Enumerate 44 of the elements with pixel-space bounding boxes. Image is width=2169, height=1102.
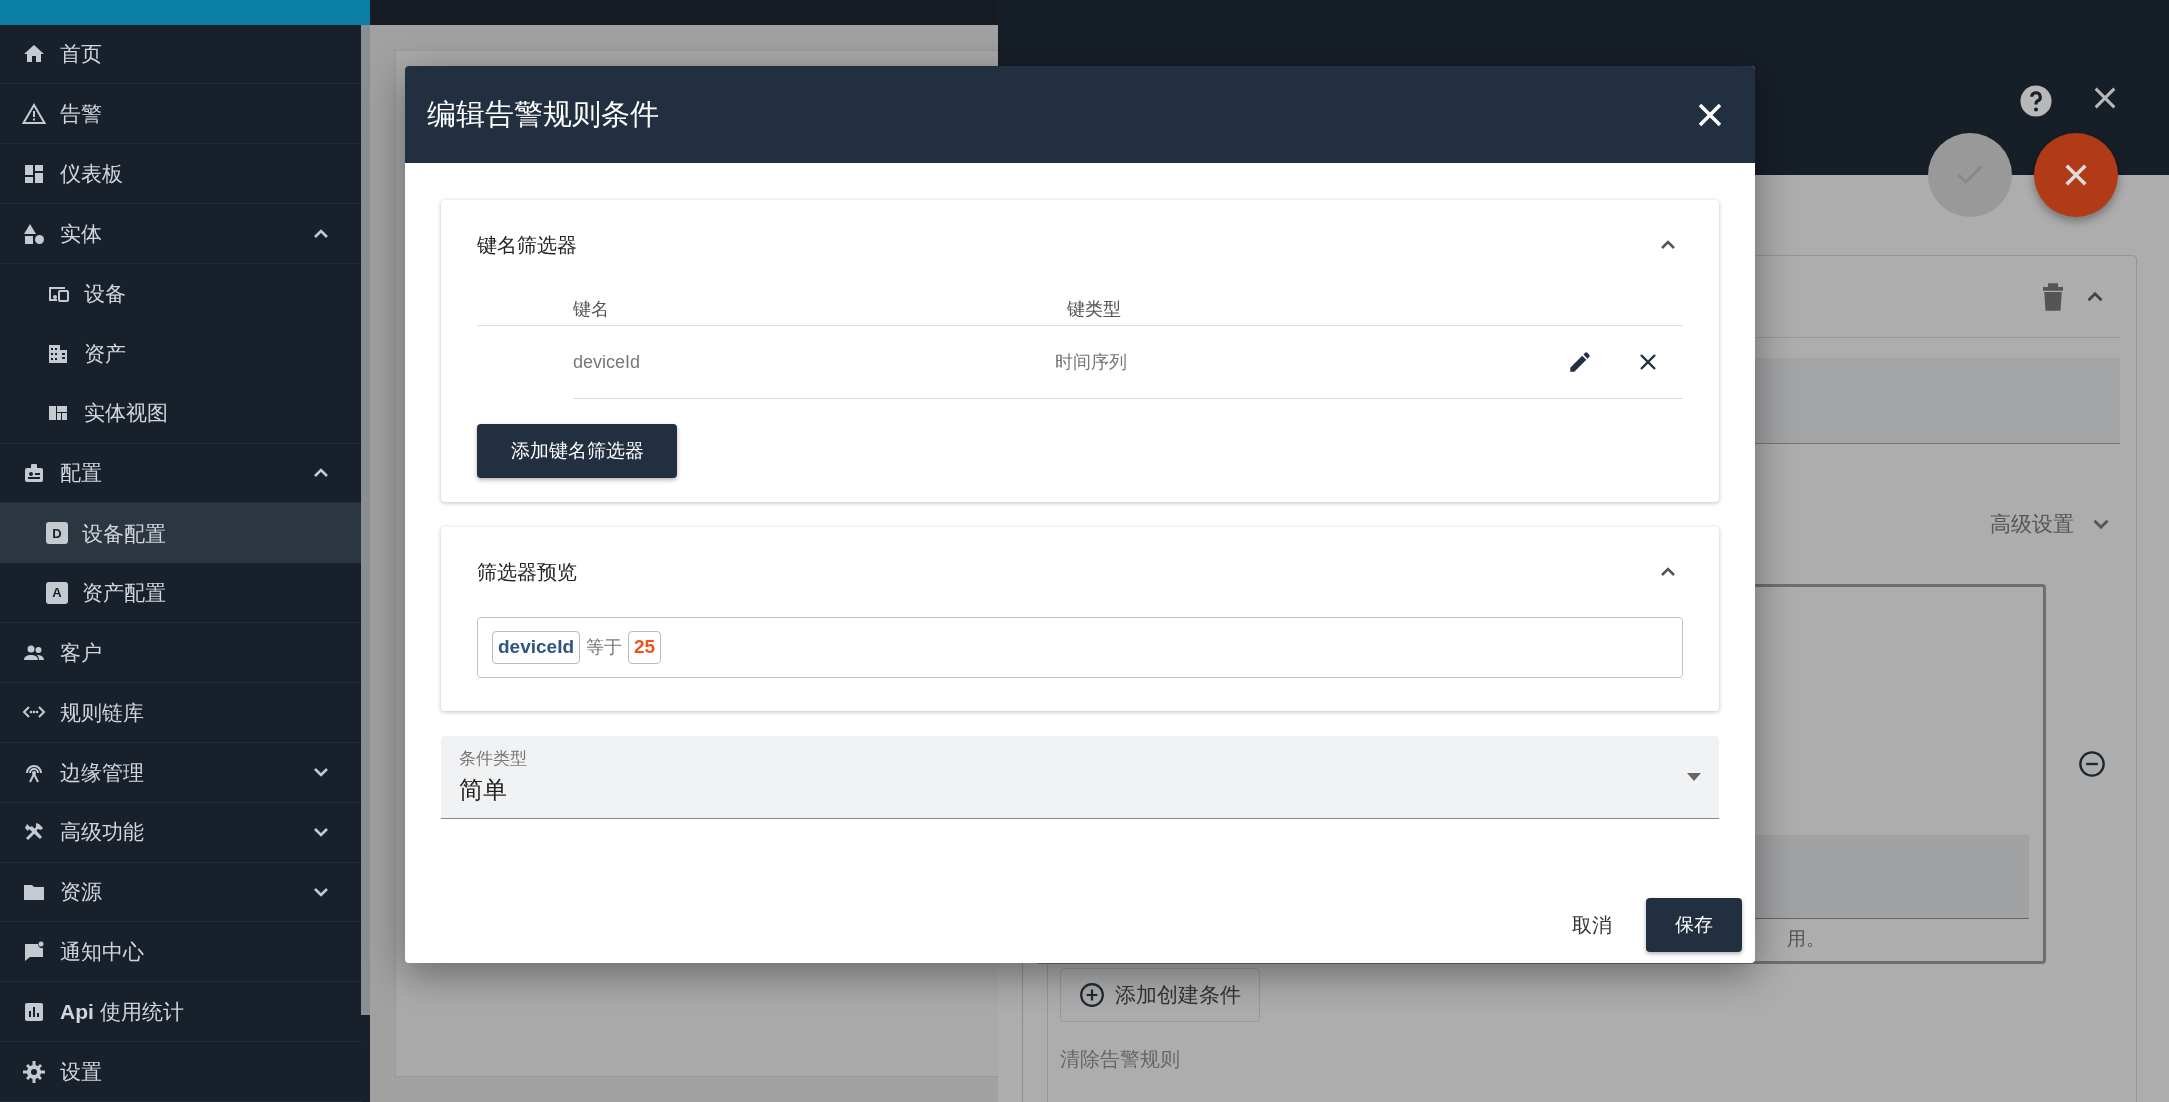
hint-text: 用。 bbox=[1787, 926, 1826, 951]
warning-icon bbox=[22, 101, 46, 126]
gear-icon bbox=[22, 1059, 46, 1084]
help-icon[interactable] bbox=[2019, 84, 2053, 118]
section-label: 清除告警规则 bbox=[1060, 1046, 1181, 1072]
sidebar-item[interactable]: 首页 bbox=[0, 24, 361, 85]
section-title: 键名筛选器 bbox=[477, 233, 577, 258]
dropdown-arrow-icon bbox=[1687, 773, 1701, 781]
sidebar-item[interactable]: Api 使用统计 bbox=[0, 982, 361, 1043]
sidebar-item[interactable]: 资产 bbox=[0, 323, 361, 384]
sidebar-item[interactable]: 资源 bbox=[0, 862, 361, 923]
sidebar-item[interactable]: 设置 bbox=[0, 1042, 361, 1102]
pencil-icon bbox=[1567, 349, 1593, 375]
table-cell-text: deviceId bbox=[573, 350, 642, 374]
sidebar-item[interactable]: A 资产配置 bbox=[0, 563, 361, 624]
badge-icon bbox=[22, 461, 46, 485]
minus-circle-icon[interactable] bbox=[2078, 750, 2106, 778]
sidebar-item[interactable]: 高级功能 bbox=[0, 802, 361, 863]
trash-icon[interactable] bbox=[2040, 281, 2066, 312]
operator-text: 等于 bbox=[586, 636, 623, 659]
chat-icon bbox=[22, 939, 46, 964]
section-title: 筛选器预览 bbox=[477, 560, 577, 585]
plus-circle-icon bbox=[1079, 981, 1105, 1008]
sidebar-item[interactable]: 通知中心 bbox=[0, 922, 361, 983]
sidebar-item[interactable]: D 设备配置 bbox=[0, 503, 361, 564]
sidebar-item[interactable]: 实体视图 bbox=[0, 383, 361, 444]
save-button[interactable]: 保存 bbox=[1646, 898, 1742, 952]
cancel-button[interactable] bbox=[2034, 133, 2118, 217]
letter-icon: D bbox=[46, 522, 68, 545]
add-condition-button[interactable]: 添加创建条件 bbox=[1060, 968, 1260, 1022]
column-header: 键类型 bbox=[1067, 298, 1122, 321]
table-cell-text: 时间序列 bbox=[1055, 350, 1128, 374]
sidebar-item[interactable]: 设备 bbox=[0, 264, 361, 324]
sidebar-item[interactable]: 实体 bbox=[0, 204, 361, 265]
add-filter-button[interactable]: 添加键名筛选器 bbox=[477, 424, 677, 478]
select-field[interactable]: 条件类型 简单 bbox=[441, 736, 1719, 819]
column-header: 键名 bbox=[573, 298, 610, 321]
filter-chip: 25 bbox=[628, 631, 662, 664]
sidebar-item[interactable]: 仪表板 bbox=[0, 144, 361, 205]
cancel-button[interactable]: 取消 bbox=[1566, 909, 1618, 941]
scrollbar[interactable] bbox=[361, 25, 370, 1015]
filter-chip: deviceId bbox=[492, 631, 581, 664]
letter-icon: A bbox=[46, 581, 68, 604]
dialog-title: 编辑告警规则条件 bbox=[427, 96, 659, 132]
